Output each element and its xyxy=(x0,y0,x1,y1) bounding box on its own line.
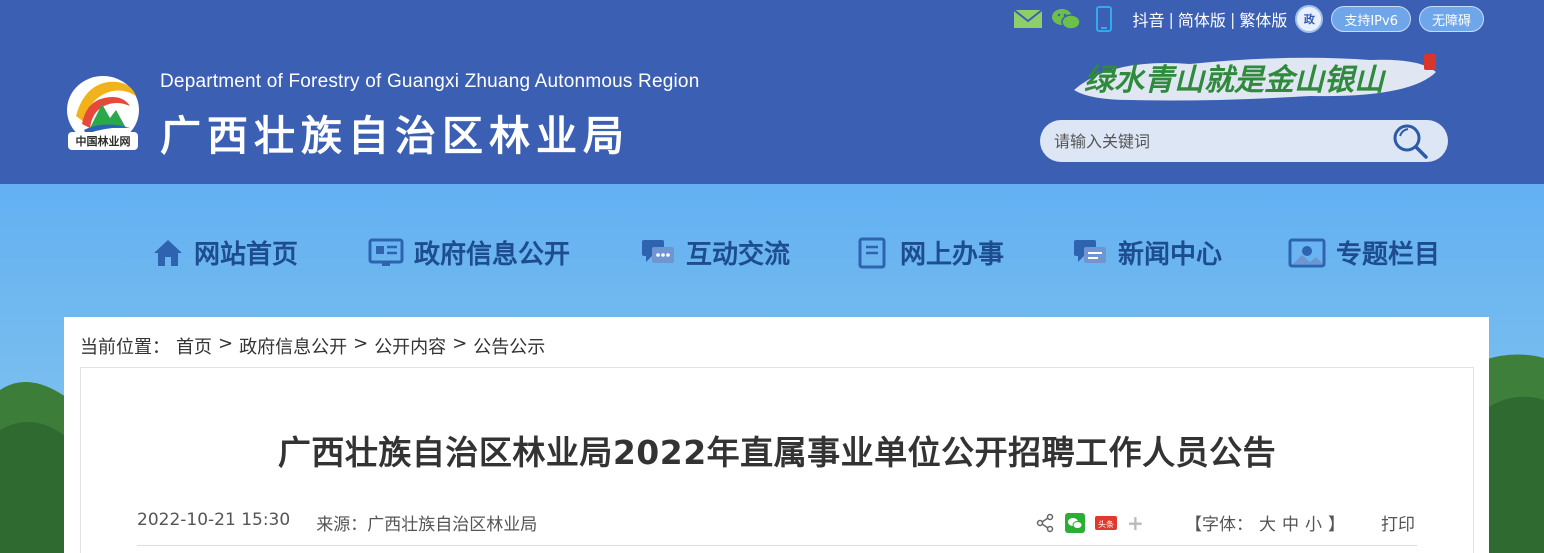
search-input[interactable] xyxy=(1054,129,1374,153)
meta-divider xyxy=(137,545,1417,546)
breadcrumb-announcements[interactable]: 公告公示 xyxy=(473,333,545,359)
site-title-en: Department of Forestry of Guangxi Zhuang… xyxy=(160,71,700,92)
search-box xyxy=(1040,120,1448,162)
site-header: 中国林业网 Department of Forestry of Guangxi … xyxy=(0,0,1544,184)
nav-item-interaction[interactable]: 互动交流 xyxy=(640,234,790,271)
breadcrumb-separator: > xyxy=(218,333,234,354)
content-panel: 当前位置： 首页 > 政府信息公开 > 公开内容 > 公告公示 广西壮族自治区林… xyxy=(64,317,1489,553)
toutiao-share-icon[interactable]: 头条 xyxy=(1095,513,1117,533)
monitor-icon xyxy=(368,238,404,266)
gov-service-badge[interactable]: 政 xyxy=(1295,5,1324,33)
link-traditional[interactable]: 繁体版 xyxy=(1239,7,1287,31)
breadcrumb-public-content[interactable]: 公开内容 xyxy=(374,333,446,359)
nav-item-home[interactable]: 网站首页 xyxy=(152,234,298,271)
search-icon[interactable] xyxy=(1390,122,1430,160)
mail-icon[interactable] xyxy=(1012,6,1043,32)
home-icon xyxy=(154,239,182,266)
breadcrumb-separator: > xyxy=(353,333,369,354)
breadcrumb-home[interactable]: 首页 xyxy=(176,333,212,359)
site-title-cn: 广西壮族自治区林业局 xyxy=(160,112,630,160)
nav-item-label: 新闻中心 xyxy=(1118,240,1223,270)
font-size-label-open: 【字体： xyxy=(1185,515,1253,535)
nav-item-label: 互动交流 xyxy=(686,240,791,270)
accessibility-button[interactable]: 无障碍 xyxy=(1418,6,1484,32)
link-separator: | xyxy=(1168,9,1174,29)
article-title: 广西壮族自治区林业局2022年直属事业单位公开招聘工作人员公告 xyxy=(277,433,1277,472)
share-icon[interactable] xyxy=(1035,513,1055,533)
nav-item-online-service[interactable]: 网上办事 xyxy=(856,234,1004,271)
nav-item-label: 政府信息公开 xyxy=(414,240,571,270)
share-bar: 头条 + xyxy=(1035,511,1144,535)
font-size-label-close: 】 xyxy=(1328,515,1345,535)
nav-item-topics[interactable]: 专题栏目 xyxy=(1288,234,1440,271)
logo-badge-text: 中国林业网 xyxy=(76,134,131,148)
top-toolbar: 抖音 | 简体版 | 繁体版 政 支持IPv6 无障碍 xyxy=(1012,5,1484,33)
nav-item-label: 网上办事 xyxy=(900,240,1005,270)
wechat-share-icon[interactable] xyxy=(1065,513,1085,533)
more-share-icon[interactable]: + xyxy=(1127,511,1144,535)
breadcrumb: 当前位置： 首页 > 政府信息公开 > 公开内容 > 公告公示 xyxy=(80,333,545,359)
wechat-icon[interactable] xyxy=(1051,6,1081,32)
nav-item-gov-info[interactable]: 政府信息公开 xyxy=(368,234,570,271)
nav-item-label: 网站首页 xyxy=(194,240,299,270)
nav-item-label: 专题栏目 xyxy=(1336,240,1441,270)
print-button[interactable]: 打印 xyxy=(1381,510,1415,535)
slogan-calligraphy: 绿水青山就是金山银山 xyxy=(1070,50,1440,106)
main-nav: 网站首页 政府信息公开 互动交流 网上办事 新闻中心 专题栏目 xyxy=(0,234,1544,278)
chat-icon xyxy=(642,239,674,263)
message-icon xyxy=(1074,239,1106,263)
font-size-large[interactable]: 大 xyxy=(1259,510,1276,535)
china-forestry-logo[interactable]: 中国林业网 xyxy=(64,72,142,154)
link-separator: | xyxy=(1229,9,1236,29)
slogan-text: 绿水青山就是金山银山 xyxy=(1084,63,1387,98)
mobile-icon[interactable] xyxy=(1089,6,1119,32)
mountain-right-decoration xyxy=(1484,354,1544,553)
ipv6-button[interactable]: 支持IPv6 xyxy=(1331,6,1411,32)
font-size-medium[interactable]: 中 xyxy=(1282,510,1299,535)
nav-item-news[interactable]: 新闻中心 xyxy=(1072,234,1222,271)
breadcrumb-gov-info[interactable]: 政府信息公开 xyxy=(239,333,347,359)
breadcrumb-separator: > xyxy=(452,333,468,354)
link-douyin[interactable]: 抖音 xyxy=(1133,7,1165,31)
mountain-left-decoration xyxy=(0,382,70,553)
top-links: 抖音 | 简体版 | 繁体版 xyxy=(1133,7,1288,31)
toutiao-share-label: 头条 xyxy=(1098,519,1114,529)
article-container: 广西壮族自治区林业局2022年直属事业单位公开招聘工作人员公告 2022-10-… xyxy=(80,367,1474,553)
font-size-control: 【字体： 大 中 小 】 xyxy=(1185,510,1345,535)
picture-icon xyxy=(1288,238,1326,267)
document-icon xyxy=(858,237,886,268)
article-source: 来源：广西壮族自治区林业局 xyxy=(316,515,538,535)
breadcrumb-prefix: 当前位置： xyxy=(80,337,170,358)
article-meta: 2022-10-21 15:30 来源：广西壮族自治区林业局 xyxy=(137,510,537,535)
link-simplified[interactable]: 简体版 xyxy=(1178,7,1226,31)
article-datetime: 2022-10-21 15:30 xyxy=(137,510,291,530)
font-size-small[interactable]: 小 xyxy=(1305,510,1322,535)
